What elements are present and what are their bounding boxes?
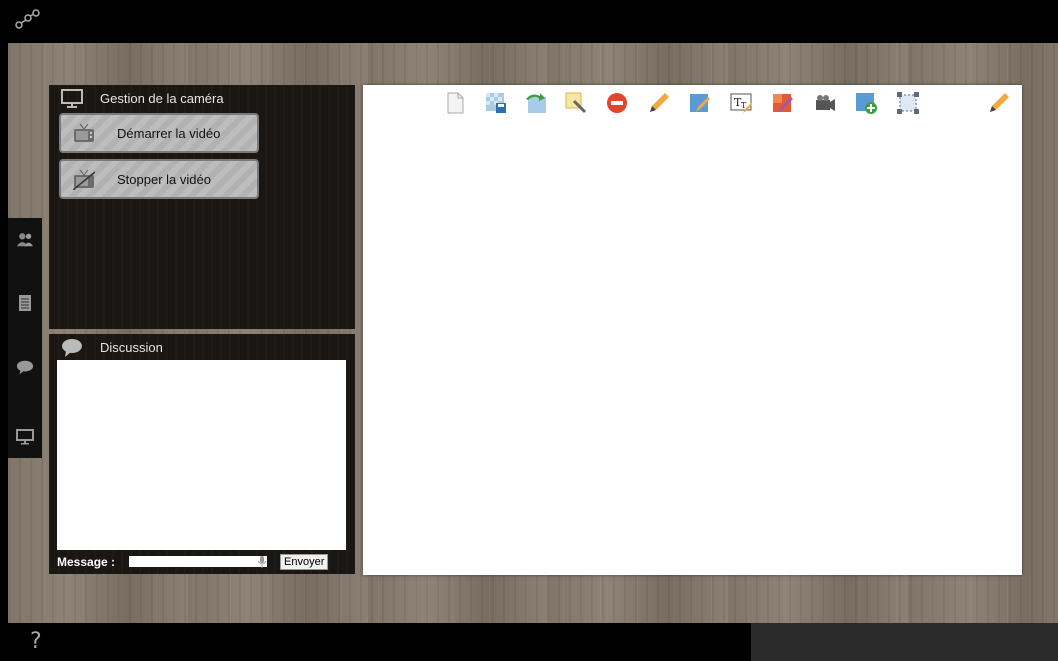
monitor-icon: [16, 429, 34, 445]
chat-bubble-icon: [62, 339, 82, 357]
sidebar-item-users[interactable]: [16, 230, 34, 248]
new-page-icon[interactable]: [443, 91, 467, 115]
redo-icon[interactable]: [524, 91, 548, 115]
message-label: Message :: [57, 555, 116, 569]
status-area: [751, 623, 1058, 661]
users-icon: [16, 233, 34, 247]
whiteboard[interactable]: T T: [363, 85, 1022, 575]
start-video-button[interactable]: Démarrer la vidéo: [59, 113, 259, 153]
pencil-icon[interactable]: [987, 91, 1011, 115]
start-video-label: Démarrer la vidéo: [117, 126, 221, 141]
magic-wand-icon[interactable]: [564, 91, 588, 115]
add-page-icon[interactable]: [854, 91, 878, 115]
tv-icon: [74, 123, 94, 142]
camera-panel-title: Gestion de la caméra: [100, 91, 224, 106]
delete-icon[interactable]: [605, 91, 629, 115]
sidebar-item-monitor[interactable]: [16, 428, 34, 446]
chat-panel: Discussion Message : Envoyer: [49, 334, 355, 574]
help-button[interactable]: ?: [30, 629, 42, 654]
camera-panel: Gestion de la caméra Démarrer la vidéo S…: [49, 85, 355, 329]
chat-bubble-icon: [16, 360, 34, 375]
pencil-icon[interactable]: [647, 91, 671, 115]
share-nodes-icon[interactable]: [14, 8, 42, 32]
monitor-icon: [61, 89, 83, 108]
text-tool-icon[interactable]: T T: [729, 91, 753, 115]
save-icon[interactable]: [484, 91, 508, 115]
color-fill-icon[interactable]: [771, 91, 795, 115]
chat-panel-title: Discussion: [100, 340, 163, 355]
edit-image-icon[interactable]: [688, 91, 712, 115]
camera-icon[interactable]: [813, 91, 837, 115]
chat-log[interactable]: [57, 360, 346, 550]
microphone-icon[interactable]: [257, 556, 267, 568]
stop-video-label: Stopper la vidéo: [117, 172, 211, 187]
tv-off-icon: [73, 169, 95, 190]
top-bar: [0, 0, 1058, 43]
message-input[interactable]: [129, 556, 267, 567]
send-button[interactable]: Envoyer: [280, 554, 329, 570]
notepad-icon: [19, 295, 31, 311]
side-nav: [8, 218, 42, 458]
sidebar-item-notes[interactable]: [16, 294, 34, 312]
select-region-icon[interactable]: [896, 91, 920, 115]
stop-video-button[interactable]: Stopper la vidéo: [59, 159, 259, 199]
sidebar-item-chat[interactable]: [16, 358, 34, 376]
